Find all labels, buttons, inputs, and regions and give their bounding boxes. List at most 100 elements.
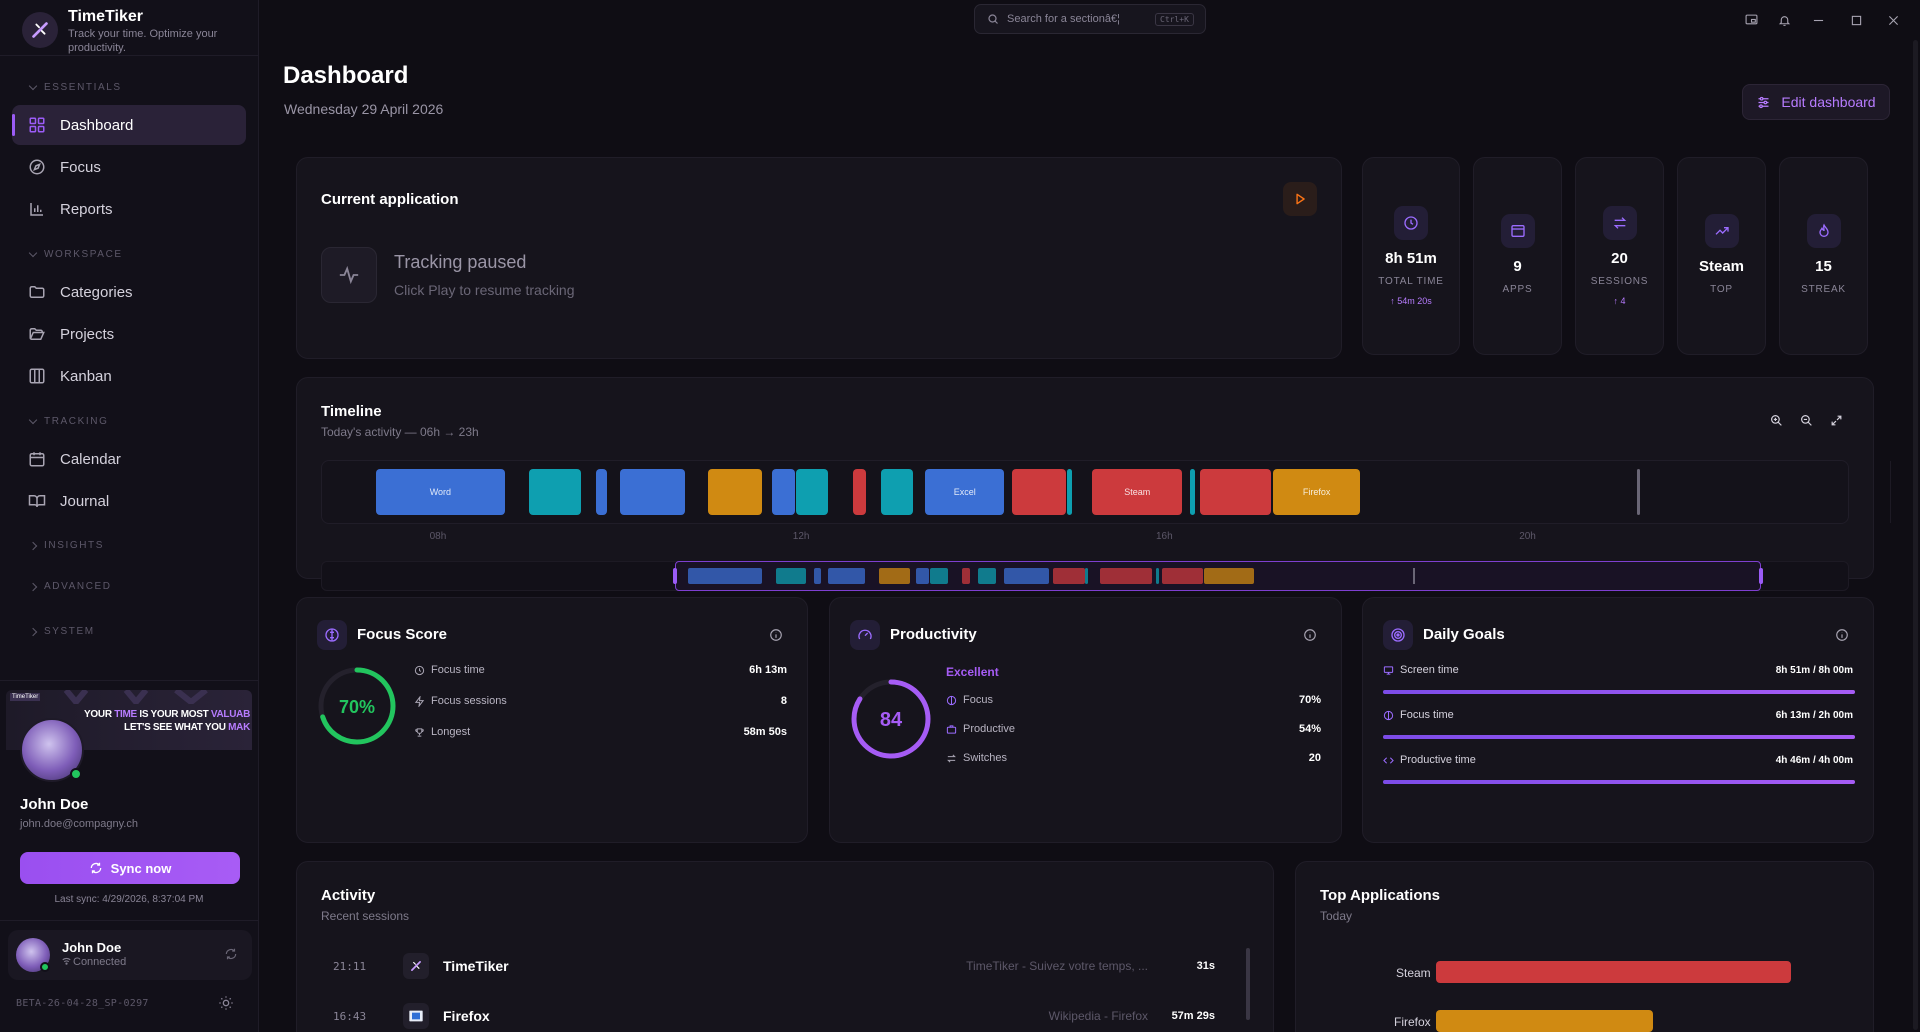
sidebar-item-label: Kanban <box>60 367 112 385</box>
sidebar-item-label: Projects <box>60 325 115 343</box>
info-icon[interactable] <box>1835 628 1849 642</box>
card-title: Top Applications <box>1320 887 1440 904</box>
gauge-icon <box>850 620 880 650</box>
timeline-block[interactable]: Excel <box>925 469 1005 515</box>
timeline-block[interactable] <box>1189 469 1195 515</box>
section-tracking[interactable]: TRACKING <box>28 415 108 427</box>
timeline-block[interactable]: Word <box>375 469 505 515</box>
timeline-overview[interactable] <box>321 561 1849 591</box>
overview-now-marker <box>1413 568 1416 584</box>
refresh-icon[interactable] <box>224 947 238 961</box>
online-status-dot <box>40 962 50 972</box>
user-card-name: John Doe <box>62 940 122 955</box>
activity-row[interactable]: 16:43 Firefox Wikipedia - Firefox 57m 29… <box>333 1001 1233 1031</box>
zoom-out-icon <box>1800 414 1812 426</box>
timeline-block[interactable] <box>1011 469 1067 515</box>
timeline-block[interactable] <box>529 469 582 515</box>
activity-row[interactable]: 21:11 TimeTiker TimeTiker - Suivez votre… <box>333 951 1233 981</box>
app-tagline: Track your time. Optimize your productiv… <box>68 28 218 54</box>
sidebar-item-kanban[interactable]: Kanban <box>12 356 246 396</box>
search-input[interactable] <box>1007 13 1147 25</box>
code-icon <box>1383 756 1394 764</box>
folder-icon <box>29 286 45 298</box>
info-icon[interactable] <box>769 628 783 642</box>
timeline-block[interactable] <box>771 469 795 515</box>
edit-dashboard-button[interactable]: Edit dashboard <box>1742 84 1890 120</box>
range-handle-right[interactable] <box>1759 568 1763 584</box>
sidebar-item-journal[interactable]: Journal <box>12 481 246 521</box>
range-handle-left[interactable] <box>673 568 677 584</box>
overview-block <box>929 568 948 584</box>
page-scrollbar[interactable] <box>1913 40 1918 1030</box>
stat-value: 9 <box>1513 258 1522 275</box>
timeline-block[interactable] <box>1200 469 1272 515</box>
chevron-right-icon <box>28 627 38 636</box>
section-advanced[interactable]: ADVANCED <box>28 581 112 592</box>
goal-productive-time-value: 4h 46m / 4h 00m <box>1775 755 1853 766</box>
play-icon <box>1296 193 1305 205</box>
focus-percent-label: Focus <box>946 694 993 706</box>
overview-block <box>814 568 822 584</box>
expand-button[interactable] <box>1827 411 1845 429</box>
stat-top-app: Steam TOP <box>1677 157 1766 355</box>
sidebar-item-categories[interactable]: Categories <box>12 272 246 312</box>
timeline-block[interactable]: Steam <box>1092 469 1183 515</box>
swap-icon <box>1602 206 1637 240</box>
page-title: Dashboard <box>283 62 409 89</box>
timeline-block[interactable] <box>708 469 762 515</box>
card-subtitle: Today's activity — 06h → 23h <box>321 425 479 439</box>
close-button[interactable] <box>1884 11 1902 29</box>
user-email: john.doe@compagny.ch <box>20 818 138 830</box>
goal-focus-time-value: 6h 13m / 2h 00m <box>1775 710 1853 721</box>
info-icon[interactable] <box>1303 628 1317 642</box>
top-app-bar[interactable] <box>1436 1010 1653 1032</box>
focus-sessions-label: Focus sessions <box>414 695 507 707</box>
sidebar-item-reports[interactable]: Reports <box>12 189 246 229</box>
wifi-icon <box>62 957 71 965</box>
timeline-card: Timeline Today's activity — 06h → 23h Wo… <box>296 377 1892 591</box>
card-title: Timeline <box>321 403 382 420</box>
sidebar-item-focus[interactable]: Focus <box>12 147 246 187</box>
sidebar-item-calendar[interactable]: Calendar <box>12 439 246 479</box>
zoom-out-button[interactable] <box>1797 411 1815 429</box>
goal-target-icon <box>1383 620 1413 650</box>
section-system[interactable]: SYSTEM <box>28 626 95 637</box>
sidebar-item-label: Reports <box>60 200 113 218</box>
stat-sessions: 20 SESSIONS ↑ 4 <box>1575 157 1664 355</box>
connection-status: Connected <box>62 956 126 968</box>
timeline-block[interactable] <box>595 469 608 515</box>
notifications-button[interactable] <box>1775 11 1793 29</box>
top-app-bar[interactable] <box>1436 961 1791 983</box>
section-workspace[interactable]: WORKSPACE <box>28 248 123 260</box>
timeline-track[interactable]: Word Excel Steam Firefox <box>321 460 1892 524</box>
chevron-down-icon <box>28 81 38 91</box>
sidebar-item-dashboard[interactable]: Dashboard <box>12 105 246 145</box>
section-essentials[interactable]: ESSENTIALS <box>28 81 122 93</box>
play-button[interactable] <box>1283 182 1317 216</box>
sync-now-button[interactable]: Sync now <box>20 852 240 884</box>
chevron-down-icon <box>28 415 38 425</box>
minimize-button[interactable] <box>1809 11 1827 29</box>
activity-scrollbar[interactable] <box>1246 948 1250 1020</box>
maximize-button[interactable] <box>1847 11 1865 29</box>
timeline-block[interactable] <box>620 469 685 515</box>
timeline-block[interactable] <box>1066 469 1073 515</box>
mini-player-button[interactable] <box>1742 11 1760 29</box>
sun-icon[interactable] <box>218 995 234 1011</box>
compass-icon <box>29 159 45 175</box>
card-title: Focus Score <box>357 626 448 643</box>
chevron-down-icon <box>28 248 38 258</box>
search-bar[interactable]: Ctrl+K <box>974 4 1206 34</box>
timeline-block[interactable] <box>796 469 829 515</box>
sidebar-item-projects[interactable]: Projects <box>12 314 246 354</box>
session-time: 16:43 <box>333 1009 367 1023</box>
productivity-card: Productivity 84 Excellent Focus 70% Prod… <box>829 597 1342 843</box>
timeline-block[interactable] <box>852 469 867 515</box>
section-insights[interactable]: INSIGHTS <box>28 540 104 551</box>
session-window-title: Wikipedia - Firefox <box>1048 1009 1148 1023</box>
timeline-block[interactable] <box>880 469 913 515</box>
zoom-in-button[interactable] <box>1767 411 1785 429</box>
focus-score-ring: 70% <box>318 667 396 745</box>
user-card[interactable]: John Doe Connected <box>8 930 252 980</box>
timeline-block[interactable]: Firefox <box>1273 469 1361 515</box>
